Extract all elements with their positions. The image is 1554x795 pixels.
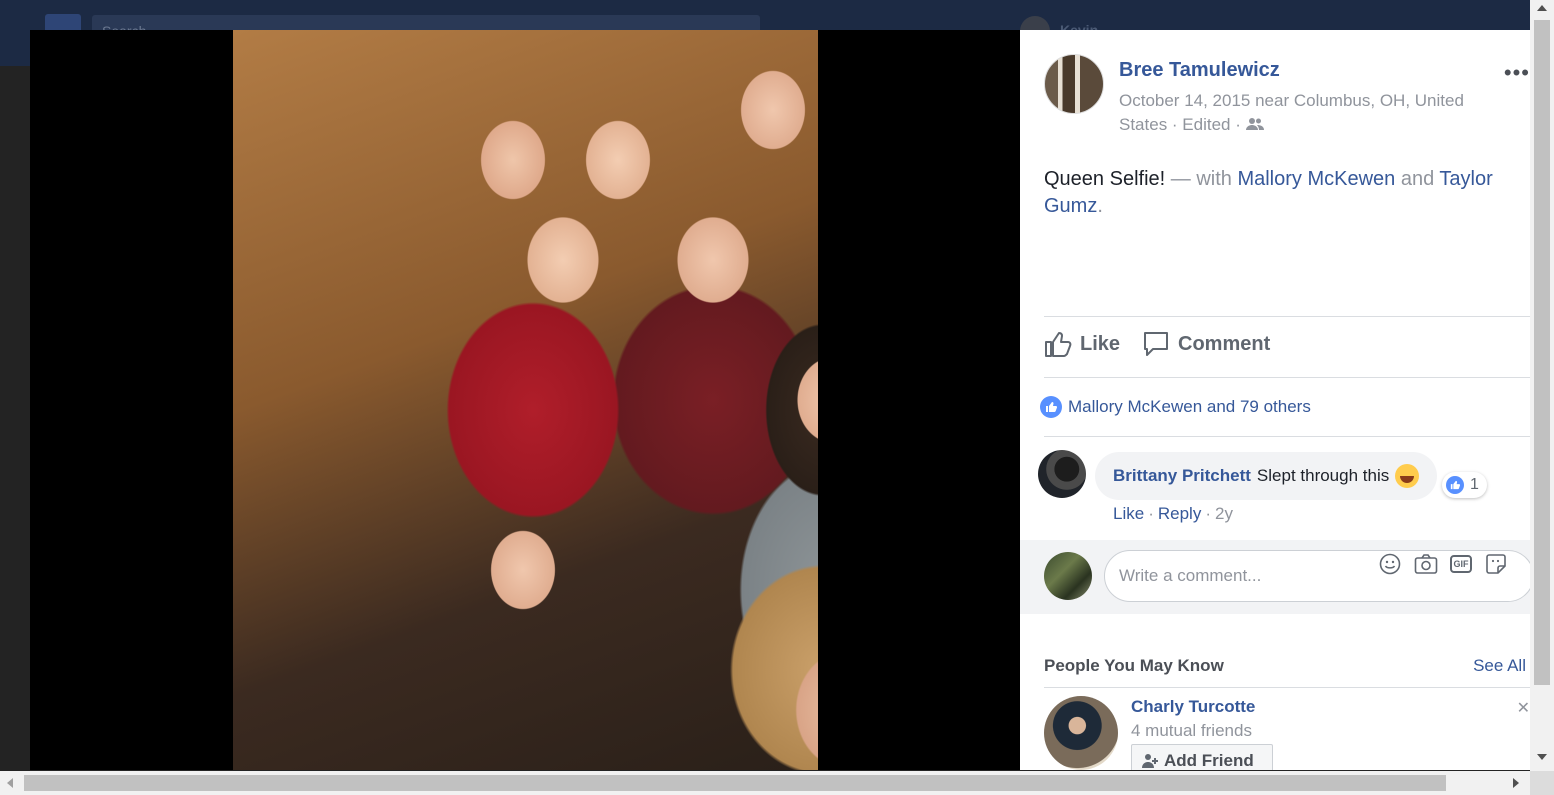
scroll-right-arrow-icon[interactable] bbox=[1513, 778, 1519, 788]
add-friend-label: Add Friend bbox=[1164, 751, 1254, 770]
add-friend-button[interactable]: Add Friend bbox=[1131, 744, 1273, 770]
post-caption: Queen Selfie! bbox=[1044, 168, 1166, 190]
comment-time[interactable]: 2y bbox=[1215, 504, 1233, 523]
scroll-up-arrow-icon[interactable] bbox=[1537, 5, 1547, 11]
current-user-avatar bbox=[1044, 552, 1092, 600]
thumbs-up-icon bbox=[1045, 332, 1072, 357]
pymk-name[interactable]: Charly Turcotte bbox=[1131, 697, 1255, 717]
separator: · bbox=[1205, 504, 1211, 523]
comment-button[interactable]: Comment bbox=[1142, 330, 1270, 358]
camera-icon[interactable] bbox=[1414, 552, 1438, 576]
comment-input-placeholder: Write a comment... bbox=[1119, 566, 1262, 585]
like-label: Like bbox=[1080, 332, 1121, 355]
author-name[interactable]: Bree Tamulewicz bbox=[1119, 59, 1280, 82]
emoji-icon[interactable] bbox=[1378, 552, 1402, 576]
post-text: Queen Selfie! — with Mallory McKewen and… bbox=[1044, 166, 1524, 220]
post-meta-text: October 14, 2015 near Columbus, OH, Unit… bbox=[1119, 91, 1464, 134]
sticker-icon[interactable] bbox=[1484, 552, 1508, 576]
gif-icon[interactable]: GIF bbox=[1450, 555, 1472, 573]
comment-label: Comment bbox=[1178, 332, 1271, 355]
comment-composer: Write a comment... GIF bbox=[1020, 540, 1530, 614]
author-avatar[interactable] bbox=[1044, 54, 1104, 114]
pymk-avatar[interactable] bbox=[1044, 696, 1118, 770]
comment-like-link[interactable]: Like bbox=[1113, 504, 1144, 523]
commenter-avatar[interactable] bbox=[1038, 450, 1086, 498]
horizontal-scrollbar[interactable] bbox=[0, 771, 1530, 795]
close-icon[interactable]: ✕ bbox=[1517, 698, 1530, 718]
divider bbox=[1044, 377, 1530, 378]
vertical-scroll-thumb[interactable] bbox=[1534, 20, 1550, 685]
likes-summary[interactable]: Mallory McKewen and 79 others bbox=[1040, 396, 1311, 418]
post-photo[interactable] bbox=[233, 30, 818, 770]
scroll-down-arrow-icon[interactable] bbox=[1537, 754, 1547, 760]
divider bbox=[1044, 316, 1530, 317]
composer-icons: GIF bbox=[1378, 552, 1508, 576]
comment-text: Slept through this bbox=[1256, 466, 1390, 485]
pymk-see-all-link[interactable]: See All bbox=[1473, 656, 1526, 676]
scroll-left-arrow-icon[interactable] bbox=[7, 778, 13, 788]
like-reaction-icon bbox=[1040, 396, 1062, 418]
comment-reply-link[interactable]: Reply bbox=[1158, 504, 1201, 523]
comment-bubble-icon bbox=[1144, 332, 1168, 356]
divider bbox=[1044, 687, 1530, 688]
friends-privacy-icon[interactable] bbox=[1245, 114, 1264, 130]
more-options-icon[interactable]: ••• bbox=[1504, 60, 1530, 86]
and-text: and bbox=[1400, 168, 1435, 190]
tagged-user-1[interactable]: Mallory McKewen bbox=[1237, 168, 1395, 190]
grinning-sweat-emoji-icon bbox=[1395, 464, 1420, 488]
commenter-name[interactable]: Brittany Pritchett bbox=[1113, 466, 1251, 486]
separator: · bbox=[1148, 504, 1154, 523]
add-friend-icon bbox=[1142, 754, 1158, 768]
caption-period: . bbox=[1097, 195, 1103, 217]
reaction-count: 1 bbox=[1470, 476, 1479, 493]
comment-actions: Like · Reply · 2y bbox=[1113, 504, 1233, 524]
like-reaction-icon bbox=[1446, 476, 1464, 494]
likes-summary-text: Mallory McKewen and 79 others bbox=[1068, 397, 1311, 416]
horizontal-scroll-thumb[interactable] bbox=[24, 775, 1446, 791]
vertical-scrollbar[interactable] bbox=[1530, 0, 1554, 771]
comment-reactions[interactable]: 1 bbox=[1442, 472, 1487, 498]
scrollbar-corner bbox=[1530, 771, 1554, 795]
divider bbox=[1044, 436, 1530, 437]
photo-viewer bbox=[30, 30, 1020, 770]
post-meta: October 14, 2015 near Columbus, OH, Unit… bbox=[1119, 89, 1499, 137]
pymk-title: People You May Know bbox=[1044, 656, 1224, 675]
with-prefix: — with bbox=[1170, 168, 1232, 190]
pymk-mutual-friends[interactable]: 4 mutual friends bbox=[1131, 721, 1252, 741]
comment-bubble: Brittany Pritchett Slept through this bbox=[1095, 452, 1438, 500]
like-button[interactable]: Like bbox=[1044, 330, 1120, 358]
post-side-panel: Bree Tamulewicz October 14, 2015 near Co… bbox=[1020, 30, 1530, 770]
